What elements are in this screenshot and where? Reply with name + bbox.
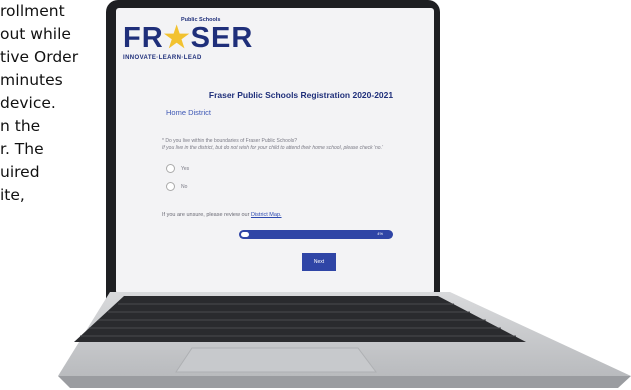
next-button[interactable]: Next <box>302 253 336 271</box>
question-text: * Do you live within the boundaries of F… <box>162 138 383 152</box>
article-line: uired <box>0 163 40 181</box>
article-line: device. <box>0 94 56 112</box>
radio-circle-icon[interactable] <box>166 182 175 191</box>
progress-label: 4% <box>377 231 383 236</box>
star-icon: ★ <box>163 22 191 54</box>
section-heading: Home District <box>166 108 212 117</box>
article-line: rollment <box>0 2 65 20</box>
article-line: r. The <box>0 140 44 158</box>
article-line: minutes <box>0 71 63 89</box>
trackpad-icon <box>175 347 377 373</box>
district-note: If you are unsure, please review our Dis… <box>162 212 282 218</box>
progress-bar: 4% <box>239 230 393 239</box>
district-map-link[interactable]: District Map. <box>251 212 282 218</box>
progress-fill <box>241 232 249 237</box>
logo-wordmark: FR★SER <box>123 23 253 53</box>
article-line: n the <box>0 117 41 135</box>
article-line: tive Order <box>0 48 79 66</box>
note-text: If you are unsure, please review our <box>162 212 251 218</box>
article-line: out while <box>0 25 71 43</box>
radio-label: No <box>181 183 188 190</box>
laptop-screen: Public Schools FR★SER INNOVATE·LEARN·LEA… <box>116 8 434 294</box>
radio-option-no[interactable]: No <box>166 182 187 191</box>
article-line: ite, <box>0 186 25 204</box>
logo-mark-left: FR <box>123 22 164 54</box>
laptop-front-edge <box>58 376 631 388</box>
logo-tagline: INNOVATE·LEARN·LEAD <box>123 55 202 61</box>
radio-label: Yes <box>181 165 190 172</box>
laptop-base <box>58 292 631 388</box>
school-logo: Public Schools FR★SER INNOVATE·LEARN·LEA… <box>123 15 252 63</box>
radio-option-yes[interactable]: Yes <box>166 164 189 173</box>
question-hint: If you live in the district, but do not … <box>162 145 383 151</box>
form-title: Fraser Public Schools Registration 2020-… <box>208 90 394 100</box>
logo-mark-right: SER <box>190 22 254 54</box>
radio-circle-icon[interactable] <box>166 164 175 173</box>
question-label: * Do you live within the boundaries of F… <box>162 138 298 144</box>
